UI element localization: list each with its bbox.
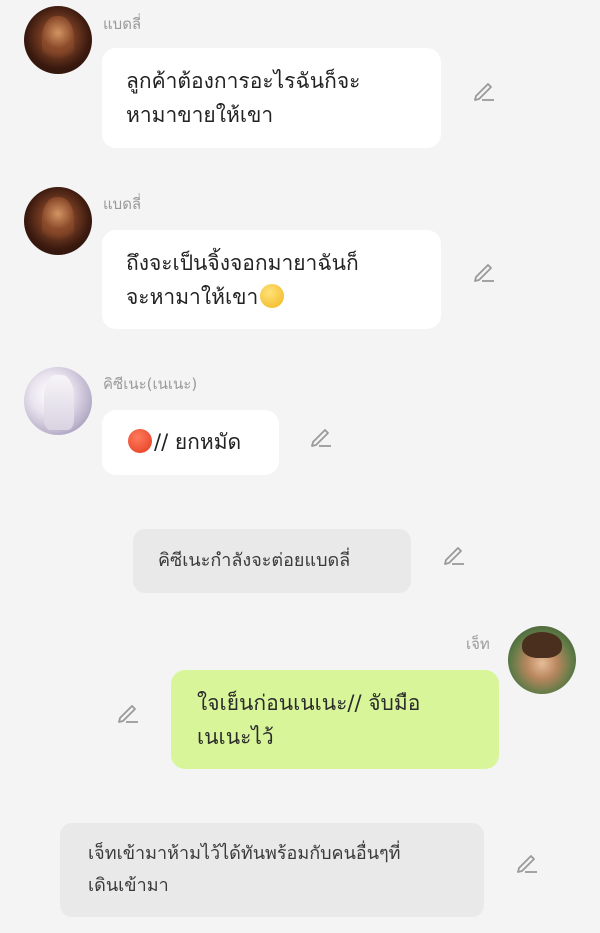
angry-face-emoji-icon — [128, 429, 152, 453]
edit-icon[interactable] — [471, 77, 497, 103]
system-text: คิซีเนะกำลังจะต่อยแบดลี่ — [158, 550, 351, 571]
avatar-jet[interactable] — [508, 626, 576, 694]
system-line: เจ็ทเข้ามาห้ามไว้ได้ทันพร้อมกับคนอื่นๆที… — [88, 843, 401, 864]
message-line: หามาขายให้เขา — [126, 103, 274, 127]
sender-name: แบดลี่ — [103, 195, 142, 213]
system-message: คิซีเนะกำลังจะต่อยแบดลี่ — [133, 529, 411, 593]
message-line: ลูกค้าต้องการอะไรฉันก็จะ — [126, 69, 361, 93]
system-line: เดินเข้ามา — [88, 875, 169, 896]
edit-icon[interactable] — [441, 541, 467, 567]
message-line: ใจเย็นก่อนเนเนะ// จับมือ — [197, 691, 421, 715]
edit-icon[interactable] — [115, 699, 141, 725]
message-line: เนเนะไว้ — [197, 725, 274, 749]
avatar-badly-1[interactable] — [24, 6, 92, 74]
smirking-face-emoji-icon — [260, 284, 285, 308]
message-line: จะหามาให้เขา — [126, 280, 417, 314]
system-message: เจ็ทเข้ามาห้ามไว้ได้ทันพร้อมกับคนอื่นๆที… — [60, 823, 484, 917]
message-text: // ยกหมัด — [154, 430, 242, 454]
message-line: ถึงจะเป็นจิ้งจอกมายาฉันก็ — [126, 251, 359, 275]
avatar-kizine[interactable] — [24, 367, 92, 435]
avatar-badly-2[interactable] — [24, 187, 92, 255]
message-bubble[interactable]: ลูกค้าต้องการอะไรฉันก็จะ หามาขายให้เขา — [102, 48, 441, 148]
edit-icon[interactable] — [471, 258, 497, 284]
message-bubble[interactable]: // ยกหมัด — [102, 410, 279, 475]
message-bubble-self[interactable]: ใจเย็นก่อนเนเนะ// จับมือ เนเนะไว้ — [171, 670, 499, 769]
message-bubble[interactable]: ถึงจะเป็นจิ้งจอกมายาฉันก็ จะหามาให้เขา — [102, 230, 441, 329]
edit-icon[interactable] — [308, 423, 334, 449]
edit-icon[interactable] — [514, 849, 540, 875]
sender-name: แบดลี่ — [103, 15, 142, 33]
sender-name: คิซีเนะ(เนเนะ) — [103, 375, 198, 393]
sender-name-self: เจ็ท — [466, 635, 490, 653]
